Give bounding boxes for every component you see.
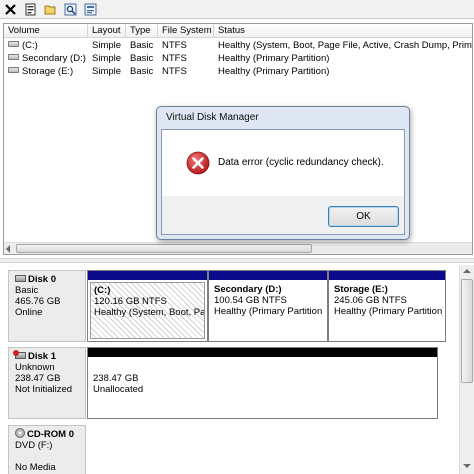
partition-body: Storage (E:) 245.06 GB NTFS Healthy (Pri…	[331, 282, 443, 339]
open-folder-icon[interactable]	[43, 2, 57, 16]
partition-size: 245.06 GB NTFS	[334, 295, 407, 306]
type-cell: Basic	[130, 66, 154, 77]
dialog-content: Data error (cyclic redundancy check).	[162, 130, 404, 196]
disk-status: Not Initialized	[15, 384, 73, 395]
status-cell: Healthy (System, Boot, Page File, Active…	[218, 40, 473, 51]
search-icon[interactable]	[63, 2, 77, 16]
partition-status: Healthy (Primary Partition)	[334, 306, 443, 317]
status-cell: Healthy (Primary Partition)	[218, 53, 330, 64]
dialog-message: Data error (cyclic redundancy check).	[218, 157, 384, 168]
file-system-cell: NTFS	[162, 66, 187, 77]
table-row[interactable]: Storage (E:) Simple Basic NTFS Healthy (…	[4, 65, 472, 78]
help-icon[interactable]	[83, 2, 97, 16]
error-dialog: Virtual Disk Manager Data error (cyclic …	[156, 106, 410, 240]
disk-graphical-view: Disk 0 Basic 465.76 GB Online (C:) 120.1…	[3, 265, 459, 474]
file-system-cell: NTFS	[162, 53, 187, 64]
partition-c[interactable]: (C:) 120.16 GB NTFS Healthy (System, Boo…	[87, 270, 208, 342]
disk-type: Basic	[15, 285, 39, 296]
disk-type: DVD (F:)	[15, 440, 53, 451]
partition-size: 120.16 GB NTFS	[94, 296, 167, 307]
partition-bar	[329, 271, 445, 280]
volume-name: (C:)	[22, 40, 38, 51]
partition-name: Storage (E:)	[334, 284, 388, 295]
partition-bar	[88, 271, 207, 280]
disk-icon	[15, 274, 26, 282]
volume-name: Storage (E:)	[22, 66, 74, 77]
partition-e[interactable]: Storage (E:) 245.06 GB NTFS Healthy (Pri…	[328, 270, 446, 342]
partition-body: Secondary (D:) 100.54 GB NTFS Healthy (P…	[211, 282, 325, 339]
disk-name: CD-ROM 0	[27, 429, 74, 440]
file-system-cell: NTFS	[162, 40, 187, 51]
partition-body: (C:) 120.16 GB NTFS Healthy (System, Boo…	[90, 282, 205, 339]
partition-status: Healthy (Primary Partition	[214, 306, 323, 317]
horizontal-scrollbar[interactable]	[4, 242, 472, 254]
type-cell: Basic	[130, 40, 154, 51]
column-header-status[interactable]: Status	[214, 24, 472, 38]
cdrom-0-info[interactable]: CD-ROM 0 DVD (F:) No Media	[8, 425, 86, 474]
volume-cell: Storage (E:)	[4, 65, 88, 78]
layout-cell: Simple	[92, 40, 122, 51]
disk-error-icon	[13, 349, 26, 359]
close-icon[interactable]	[3, 2, 17, 16]
partition-name: (C:)	[94, 285, 111, 296]
partition-bar	[88, 348, 437, 357]
volume-cell: Secondary (D:)	[4, 52, 88, 65]
disk-name: Disk 1	[28, 351, 56, 362]
properties-icon[interactable]	[23, 2, 37, 16]
disk-size: 238.47 GB	[15, 373, 61, 384]
disk-status: Online	[15, 307, 43, 318]
scroll-down-arrow-icon[interactable]	[463, 464, 471, 468]
partition-name: Secondary (D:)	[214, 284, 282, 295]
volume-cell: (C:)	[4, 39, 88, 52]
type-cell: Basic	[130, 53, 154, 64]
scroll-left-arrow-icon[interactable]	[6, 245, 10, 253]
partition-status: Unallocated	[93, 384, 144, 395]
disk-1-info[interactable]: Disk 1 Unknown 238.47 GB Not Initialized	[8, 347, 86, 419]
column-header-layout[interactable]: Layout	[88, 24, 126, 38]
partition-d[interactable]: Secondary (D:) 100.54 GB NTFS Healthy (P…	[208, 270, 328, 342]
column-header-type[interactable]: Type	[126, 24, 158, 38]
column-header-volume[interactable]: Volume	[4, 24, 88, 38]
scroll-up-arrow-icon[interactable]	[463, 269, 471, 273]
status-cell: Healthy (Primary Partition)	[218, 66, 330, 77]
disk-status: No Media	[15, 462, 56, 473]
table-row[interactable]: Secondary (D:) Simple Basic NTFS Healthy…	[4, 52, 472, 65]
pane-splitter[interactable]	[0, 258, 474, 263]
partition-status: Healthy (System, Boot, Pa	[94, 307, 205, 318]
cd-rom-icon	[15, 428, 25, 439]
vertical-scroll-thumb[interactable]	[461, 279, 473, 383]
column-header-file-system[interactable]: File System	[158, 24, 214, 38]
disk-size: 465.76 GB	[15, 296, 61, 307]
dialog-title: Virtual Disk Manager	[166, 112, 259, 123]
layout-cell: Simple	[92, 66, 122, 77]
drive-icon	[8, 67, 19, 74]
drive-icon	[8, 54, 19, 61]
volume-name: Secondary (D:)	[22, 53, 86, 64]
partition-size: 238.47 GB	[93, 373, 139, 384]
toolbar	[0, 0, 474, 19]
table-row[interactable]: (C:) Simple Basic NTFS Healthy (System, …	[4, 39, 472, 52]
disk-0-info[interactable]: Disk 0 Basic 465.76 GB Online	[8, 270, 86, 342]
volume-list-header: Volume Layout Type File System Status	[4, 24, 472, 38]
ok-button[interactable]: OK	[328, 206, 399, 227]
disk-type: Unknown	[15, 362, 55, 373]
partition-size: 100.54 GB NTFS	[214, 295, 287, 306]
partition-bar	[209, 271, 327, 280]
drive-icon	[8, 41, 19, 48]
layout-cell: Simple	[92, 53, 122, 64]
partition-body: 238.47 GB Unallocated	[90, 359, 435, 416]
vertical-scrollbar[interactable]	[459, 265, 474, 474]
disk-name: Disk 0	[28, 274, 56, 285]
horizontal-scroll-thumb[interactable]	[16, 244, 312, 253]
error-icon	[186, 151, 210, 175]
unallocated-space[interactable]: 238.47 GB Unallocated	[87, 347, 438, 419]
dialog-body: Data error (cyclic redundancy check). OK	[161, 129, 405, 235]
